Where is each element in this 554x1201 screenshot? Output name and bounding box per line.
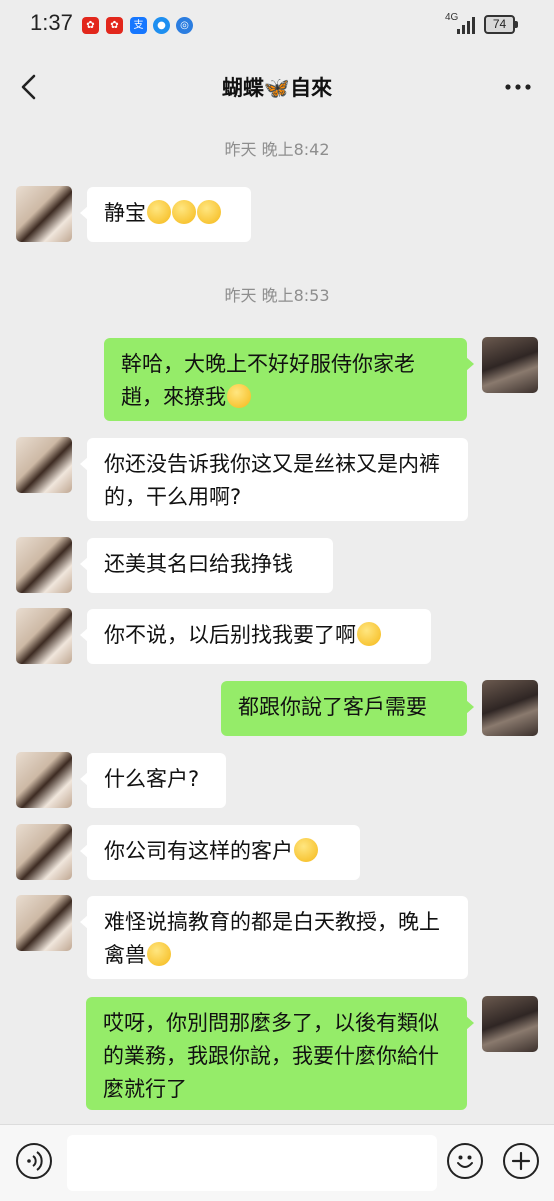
plus-button[interactable] [503,1143,539,1179]
message-input[interactable] [67,1135,437,1191]
status-time: 1:37 [30,10,73,35]
message-text: 你公司有这样的客户 [104,839,293,863]
plus-icon [511,1151,531,1171]
message-bubble-incoming[interactable]: 还美其名曰给我挣钱 [80,538,333,593]
message-bubble-incoming[interactable]: 你不说，以后别找我要了啊 [80,609,431,664]
message-text: 哎呀，你別問那麼多了，以後有類似的業務，我跟你說，我要什麼你給什麼就行了 [103,1011,439,1101]
timestamp: 昨天 晚上8:42 [224,140,330,159]
contact-avatar[interactable] [16,752,72,808]
tears-of-joy-emoji-icon [147,942,171,966]
contact-avatar[interactable] [16,895,72,951]
kiss-face-emoji-icon [197,200,221,224]
voice-button[interactable] [16,1143,52,1179]
timestamp: 昨天 晚上8:53 [224,286,330,305]
more-dots-icon [505,84,531,90]
signal-icon [457,17,475,34]
rolling-eyes-emoji-icon [227,384,251,408]
app-notification-icon: ● [153,17,170,34]
message-text: 幹哈，大晚上不好好服侍你家老趙，來撩我 [121,352,415,409]
emoji-icon [457,1155,473,1168]
my-avatar[interactable] [482,337,538,393]
message-bubble-outgoing[interactable]: 哎呀，你別問那麼多了，以後有類似的業務，我跟你說，我要什麼你給什麼就行了 [86,997,474,1110]
kiss-face-emoji-icon [172,200,196,224]
message-text: 还美其名曰给我挣钱 [104,552,293,576]
message-text: 静宝 [104,201,146,225]
message-bubble-incoming[interactable]: 你公司有这样的客户 [80,825,360,880]
battery-indicator: 74 [484,15,518,34]
message-text: 都跟你說了客戶需要 [238,695,427,719]
contact-avatar[interactable] [16,186,72,242]
message-bubble-outgoing[interactable]: 都跟你說了客戶需要 [221,681,474,736]
browser-icon: ◎ [176,17,193,34]
message-bubble-incoming[interactable]: 什么客户? [80,753,226,808]
message-bubble-outgoing[interactable]: 幹哈，大晚上不好好服侍你家老趙，來撩我 [104,338,474,421]
message-text: 你不说，以后别找我要了啊 [104,623,356,647]
voice-icon [27,1151,43,1171]
huawei-app-icon: ✿ [82,17,99,34]
message-bubble-incoming[interactable]: 你还没告诉我你这又是丝袜又是内裤的，干么用啊? [80,438,468,521]
my-avatar[interactable] [482,996,538,1052]
screaming-face-emoji-icon [294,838,318,862]
contact-avatar[interactable] [16,608,72,664]
chat-header: 蝴蝶🦋自來 [0,54,554,120]
status-bar: 1:37 ✿ ✿ 支 ● ◎ 4G 74 [0,0,554,54]
contact-avatar[interactable] [16,437,72,493]
my-avatar[interactable] [482,680,538,736]
message-bubble-incoming[interactable]: 静宝 [80,187,251,242]
contact-avatar[interactable] [16,824,72,880]
more-button[interactable] [504,72,532,108]
huawei-app-icon-2: ✿ [106,17,123,34]
chat-title: 蝴蝶🦋自來 [221,76,333,100]
emoji-button[interactable] [447,1143,483,1179]
kiss-face-emoji-icon [147,200,171,224]
thinking-face-emoji-icon [357,622,381,646]
input-bar [0,1124,554,1201]
message-text: 什么客户? [104,767,200,791]
message-bubble-incoming[interactable]: 难怪说搞教育的都是白天教授，晚上禽兽 [80,896,468,979]
message-text: 你还没告诉我你这又是丝袜又是内裤的，干么用啊? [104,452,440,509]
alipay-icon: 支 [130,17,147,34]
contact-avatar[interactable] [16,537,72,593]
